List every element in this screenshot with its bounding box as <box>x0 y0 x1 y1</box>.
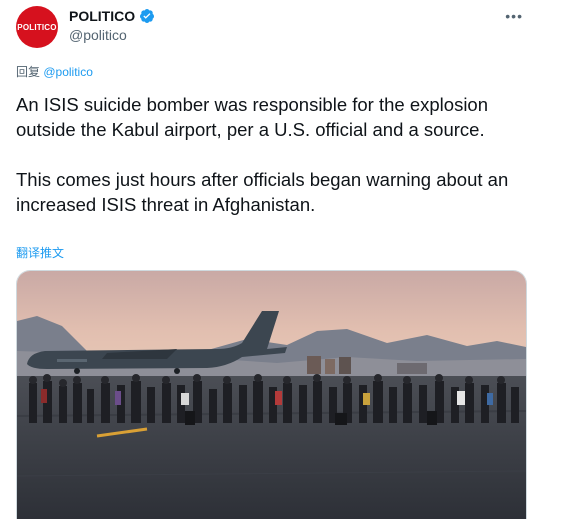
reply-prefix: 回复 <box>16 65 41 79</box>
avatar[interactable]: POLITICO <box>16 6 58 48</box>
tweet-photo[interactable] <box>16 270 527 519</box>
reply-to-link[interactable]: @politico <box>43 65 93 79</box>
reply-context: 回复 @politico <box>16 63 93 80</box>
verified-badge-icon <box>140 9 155 23</box>
tweet-paragraph: This comes just hours after officials be… <box>16 169 509 215</box>
author-display-name[interactable]: POLITICO <box>69 8 135 24</box>
more-options-icon[interactable]: ••• <box>505 8 523 24</box>
author-name-row: POLITICO <box>69 8 155 24</box>
tweet-paragraph: An ISIS suicide bomber was responsible f… <box>16 94 489 140</box>
avatar-logo-text: POLITICO <box>17 22 57 32</box>
tweet-header: POLITICO POLITICO @politico ••• <box>16 6 531 50</box>
tweet-text: An ISIS suicide bomber was responsible f… <box>16 92 521 217</box>
translate-tweet-link[interactable]: 翻译推文 <box>16 244 64 261</box>
author-handle[interactable]: @politico <box>69 27 127 43</box>
airport-evacuation-photo-icon <box>17 271 526 519</box>
tweet-card[interactable]: POLITICO POLITICO @politico ••• 回复 @poli… <box>0 0 540 519</box>
